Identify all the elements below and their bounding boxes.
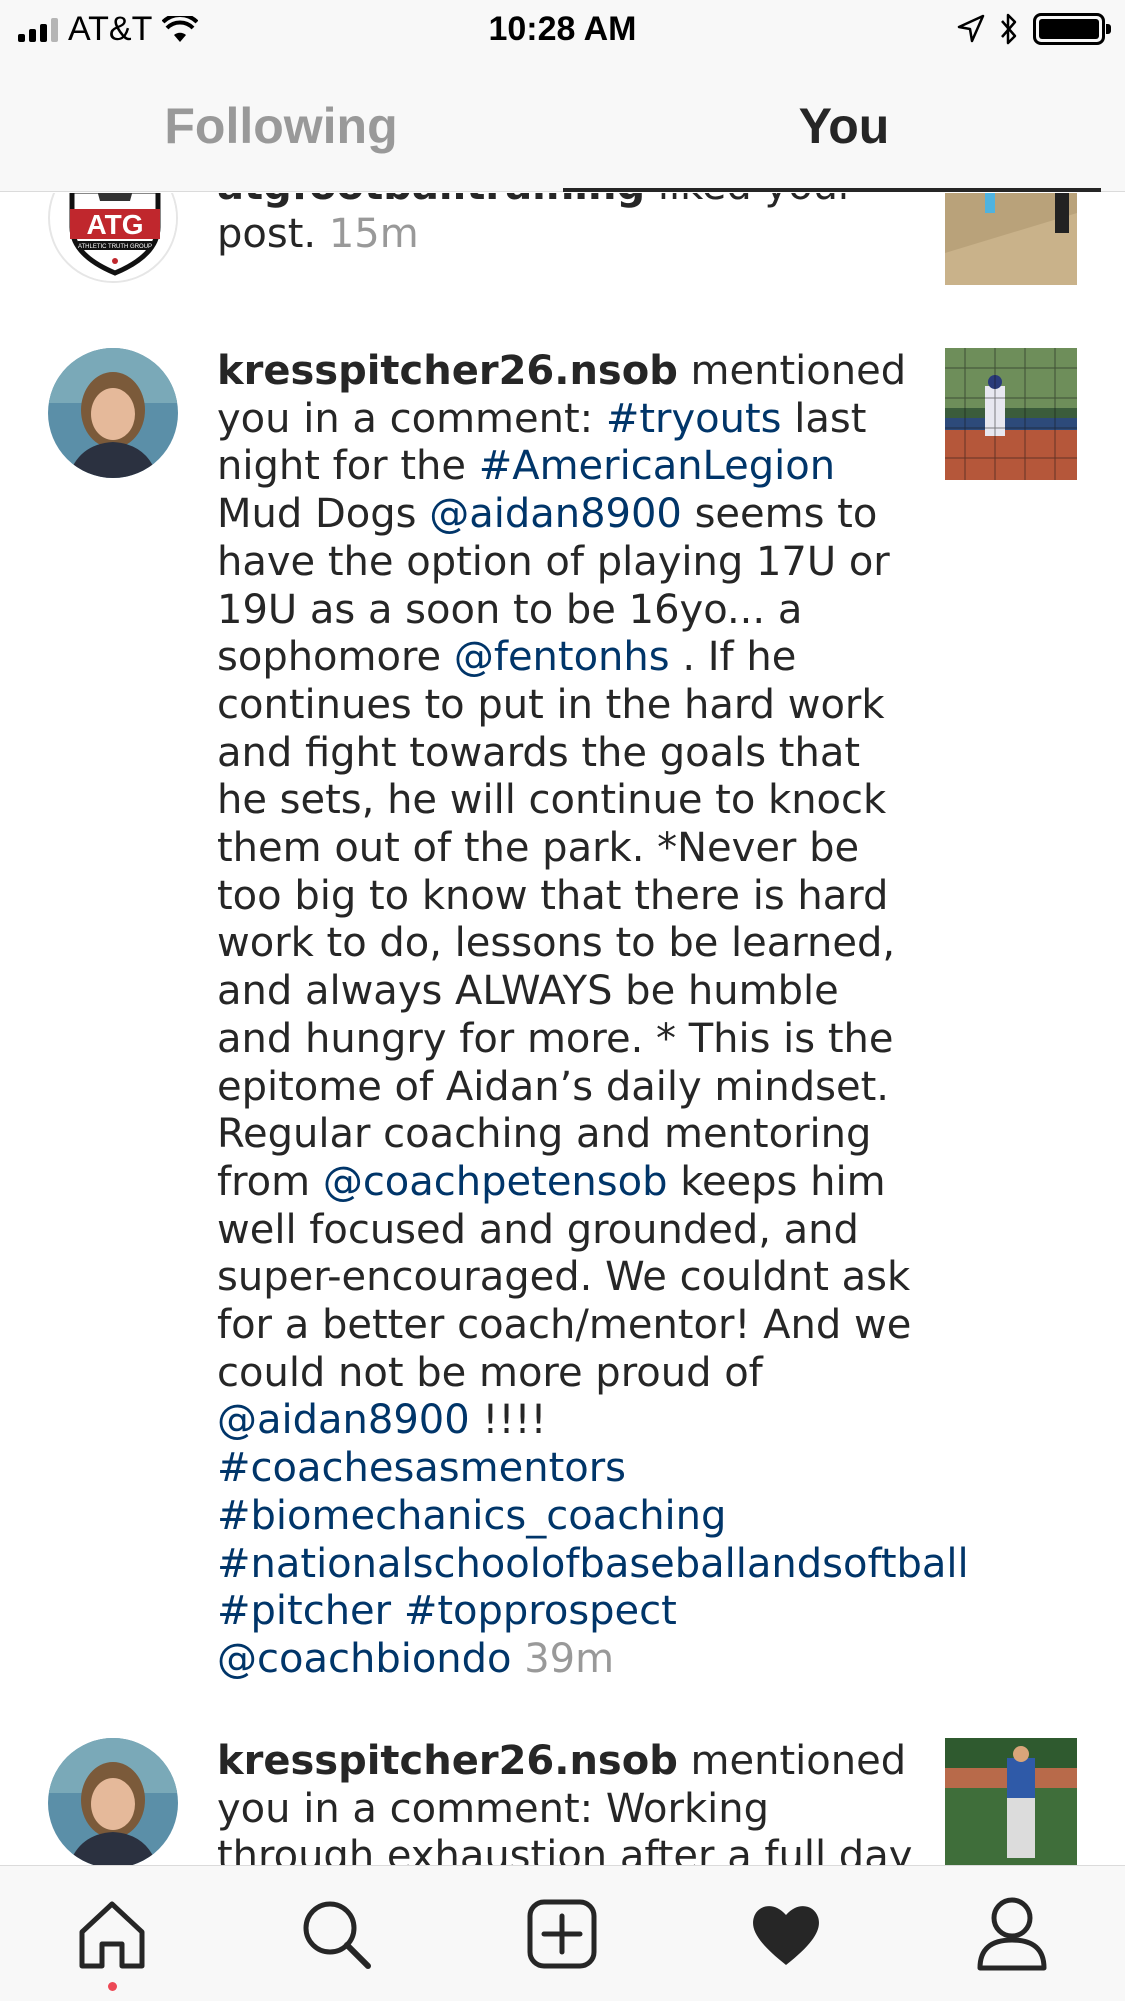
user-avatar-icon	[48, 1738, 178, 1865]
mention-link[interactable]: @coachbiondo	[217, 1636, 512, 1682]
pitcher-photo-thumbnail	[945, 348, 1077, 480]
tab-following[interactable]: Following	[0, 60, 562, 192]
mention-link[interactable]: @aidan8900	[429, 491, 682, 537]
message-text: !!!!	[469, 1397, 547, 1444]
message-text: Mud Dogs	[217, 491, 430, 538]
profile-icon	[977, 1897, 1047, 1971]
home-icon	[79, 1901, 145, 1969]
activity-button[interactable]	[746, 1894, 826, 1974]
notification-text: kresspitcher26.nsob mentioned you in a c…	[217, 1738, 917, 1865]
baseball-photo-thumbnail	[945, 193, 1077, 285]
atg-logo-icon: ATG ATHLETIC TRUTH GROUP	[51, 193, 176, 281]
activity-tabs: Following You	[0, 60, 1125, 192]
post-thumbnail[interactable]	[945, 193, 1077, 285]
avatar[interactable]	[48, 348, 178, 478]
hashtag-link[interactable]: #nationalschoolofbaseballandsoftball	[217, 1541, 969, 1587]
post-thumbnail[interactable]	[945, 348, 1077, 480]
status-bar: AT&T 10:28 AM	[0, 0, 1125, 60]
notification-dot	[108, 1982, 117, 1991]
heart-icon	[753, 1906, 819, 1965]
svg-text:ATG: ATG	[86, 209, 143, 240]
player-photo-thumbnail	[945, 1738, 1077, 1865]
hashtag-link[interactable]: #biomechanics_coaching	[217, 1493, 726, 1539]
notification-text: kresspitcher26.nsob mentioned you in a c…	[217, 348, 969, 1684]
new-post-button[interactable]	[522, 1894, 602, 1974]
status-right	[957, 12, 1111, 46]
tab-you[interactable]: You	[563, 60, 1125, 192]
battery-icon	[1033, 13, 1111, 45]
username-link[interactable]: kresspitcher26.nsob	[217, 348, 678, 394]
add-post-icon	[527, 1899, 597, 1969]
avatar[interactable]	[48, 1738, 178, 1865]
message-text	[391, 1588, 404, 1634]
message-text	[512, 1636, 525, 1682]
active-tab-indicator	[563, 188, 1101, 192]
avatar[interactable]: ATG ATHLETIC TRUTH GROUP	[48, 193, 178, 283]
mention-link[interactable]: @coachpetensob	[323, 1159, 668, 1205]
search-button[interactable]	[296, 1894, 376, 1974]
notification-time: 39m	[524, 1635, 615, 1682]
username-link[interactable]: kresspitcher26.nsob	[217, 1738, 678, 1784]
profile-button[interactable]	[972, 1894, 1052, 1974]
hashtag-link[interactable]: #tryouts	[606, 396, 782, 442]
notification-message: mentioned you in a comment: #tryouts las…	[217, 348, 969, 1682]
location-icon	[957, 14, 985, 43]
svg-text:ATHLETIC TRUTH GROUP: ATHLETIC TRUTH GROUP	[78, 244, 152, 250]
home-button[interactable]	[72, 1894, 152, 1974]
mention-link[interactable]: @fentonhs	[454, 634, 670, 680]
username-link[interactable]: atgfootballtraining	[217, 193, 645, 209]
activity-feed[interactable]: ATG ATHLETIC TRUTH GROUP atgfootballtrai…	[0, 193, 1125, 1865]
post-thumbnail[interactable]	[945, 1738, 1077, 1865]
bluetooth-icon	[1001, 13, 1017, 45]
notification-text: atgfootballtraining liked your post. 15m	[217, 193, 917, 258]
hashtag-link[interactable]: #pitcher	[217, 1588, 391, 1634]
search-icon	[303, 1901, 371, 1969]
notification-time: 15m	[328, 210, 419, 257]
message-text: . If he continues to put in the hard wor…	[217, 634, 896, 1205]
hashtag-link[interactable]: #AmericanLegion	[479, 443, 835, 489]
hashtag-link[interactable]: #topprospect	[404, 1588, 677, 1634]
bottom-nav	[0, 1865, 1125, 2001]
mention-link[interactable]: @aidan8900	[217, 1397, 470, 1443]
hashtag-link[interactable]: #coachesasmentors	[217, 1445, 626, 1491]
user-avatar-icon	[48, 348, 178, 478]
